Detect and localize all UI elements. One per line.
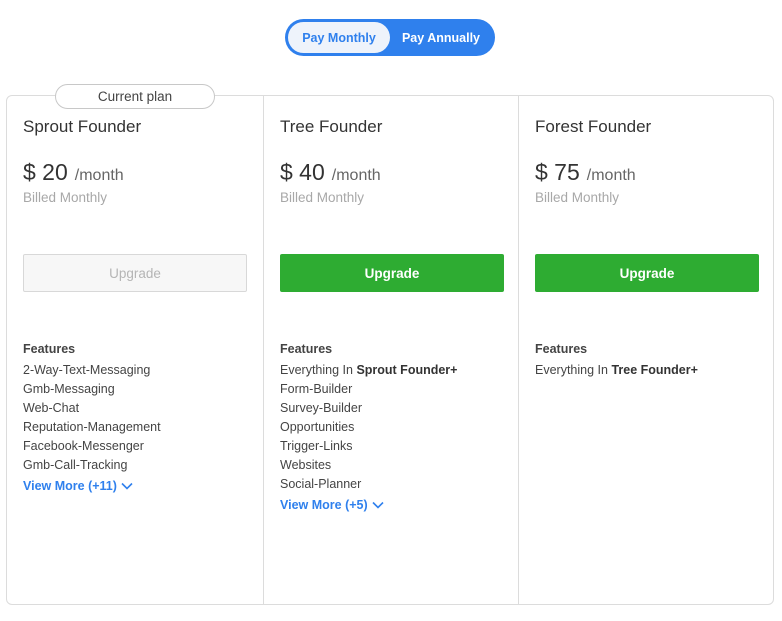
billing-note: Billed Monthly bbox=[535, 190, 620, 205]
plan-period: /month bbox=[586, 167, 636, 184]
plan-card-sprout-founder: Current plan Sprout Founder $ 20 /month … bbox=[7, 84, 263, 604]
plans-container: Current plan Sprout Founder $ 20 /month … bbox=[6, 84, 774, 605]
plan-name: Forest Founder bbox=[535, 117, 652, 136]
plan-period: /month bbox=[74, 167, 124, 184]
view-more-link[interactable]: View More (+5) bbox=[280, 495, 457, 515]
feature-item-everything-in: Everything In Tree Founder+ bbox=[535, 361, 698, 380]
features-title: Features bbox=[535, 342, 588, 356]
feature-item: 2-Way-Text-Messaging bbox=[23, 363, 151, 377]
billing-note: Billed Monthly bbox=[23, 190, 108, 205]
price-row: $ 75 /month bbox=[535, 159, 636, 186]
view-more-label: View More (+5) bbox=[280, 498, 368, 512]
current-plan-badge: Current plan bbox=[55, 84, 215, 109]
chevron-down-icon bbox=[372, 501, 384, 509]
feature-item: Trigger-Links bbox=[280, 439, 353, 453]
plan-name: Sprout Founder bbox=[23, 117, 142, 136]
feature-item: Web-Chat bbox=[23, 401, 80, 415]
upgrade-button[interactable]: Upgrade bbox=[535, 254, 759, 292]
features-list: Features Everything In Tree Founder+ bbox=[535, 342, 698, 380]
feature-item-everything-in: Everything In Sprout Founder+ bbox=[280, 361, 457, 380]
upgrade-button-disabled[interactable]: Upgrade bbox=[23, 254, 247, 292]
feature-item: Opportunities bbox=[280, 420, 355, 434]
view-more-label: View More (+11) bbox=[23, 479, 117, 493]
feature-item: Gmb-Messaging bbox=[23, 382, 115, 396]
plan-card-tree-founder: Tree Founder $ 40 /month Billed Monthly … bbox=[263, 96, 518, 604]
features-title: Features bbox=[280, 342, 333, 356]
everything-prefix: Everything In bbox=[280, 363, 357, 377]
plan-price: $ 75 bbox=[535, 159, 580, 185]
pay-monthly-option[interactable]: Pay Monthly bbox=[288, 22, 390, 53]
features-title: Features bbox=[23, 342, 76, 356]
plan-period: /month bbox=[331, 167, 381, 184]
feature-item: Gmb-Call-Tracking bbox=[23, 458, 128, 472]
plan-price: $ 40 bbox=[280, 159, 325, 185]
billing-toggle: Pay Monthly Pay Annually bbox=[285, 19, 495, 56]
features-list: Features 2-Way-Text-Messaging Gmb-Messag… bbox=[23, 342, 161, 496]
billing-note: Billed Monthly bbox=[280, 190, 365, 205]
feature-item: Reputation-Management bbox=[23, 420, 161, 434]
everything-prefix: Everything In bbox=[535, 363, 612, 377]
plan-price: $ 20 bbox=[23, 159, 68, 185]
price-row: $ 20 /month bbox=[23, 159, 124, 186]
everything-plan: Sprout Founder+ bbox=[356, 363, 458, 377]
everything-plan: Tree Founder+ bbox=[611, 363, 698, 377]
plan-name: Tree Founder bbox=[280, 117, 383, 136]
upgrade-button[interactable]: Upgrade bbox=[280, 254, 504, 292]
feature-item: Social-Planner bbox=[280, 477, 362, 491]
feature-item: Facebook-Messenger bbox=[23, 439, 144, 453]
pay-annually-option[interactable]: Pay Annually bbox=[390, 22, 492, 53]
chevron-down-icon bbox=[121, 482, 133, 490]
view-more-link[interactable]: View More (+11) bbox=[23, 476, 161, 496]
plan-card-forest-founder: Forest Founder $ 75 /month Billed Monthl… bbox=[518, 96, 773, 604]
feature-item: Survey-Builder bbox=[280, 401, 362, 415]
features-list: Features Everything In Sprout Founder+ F… bbox=[280, 342, 457, 515]
price-row: $ 40 /month bbox=[280, 159, 381, 186]
feature-item: Form-Builder bbox=[280, 382, 353, 396]
feature-item: Websites bbox=[280, 458, 332, 472]
